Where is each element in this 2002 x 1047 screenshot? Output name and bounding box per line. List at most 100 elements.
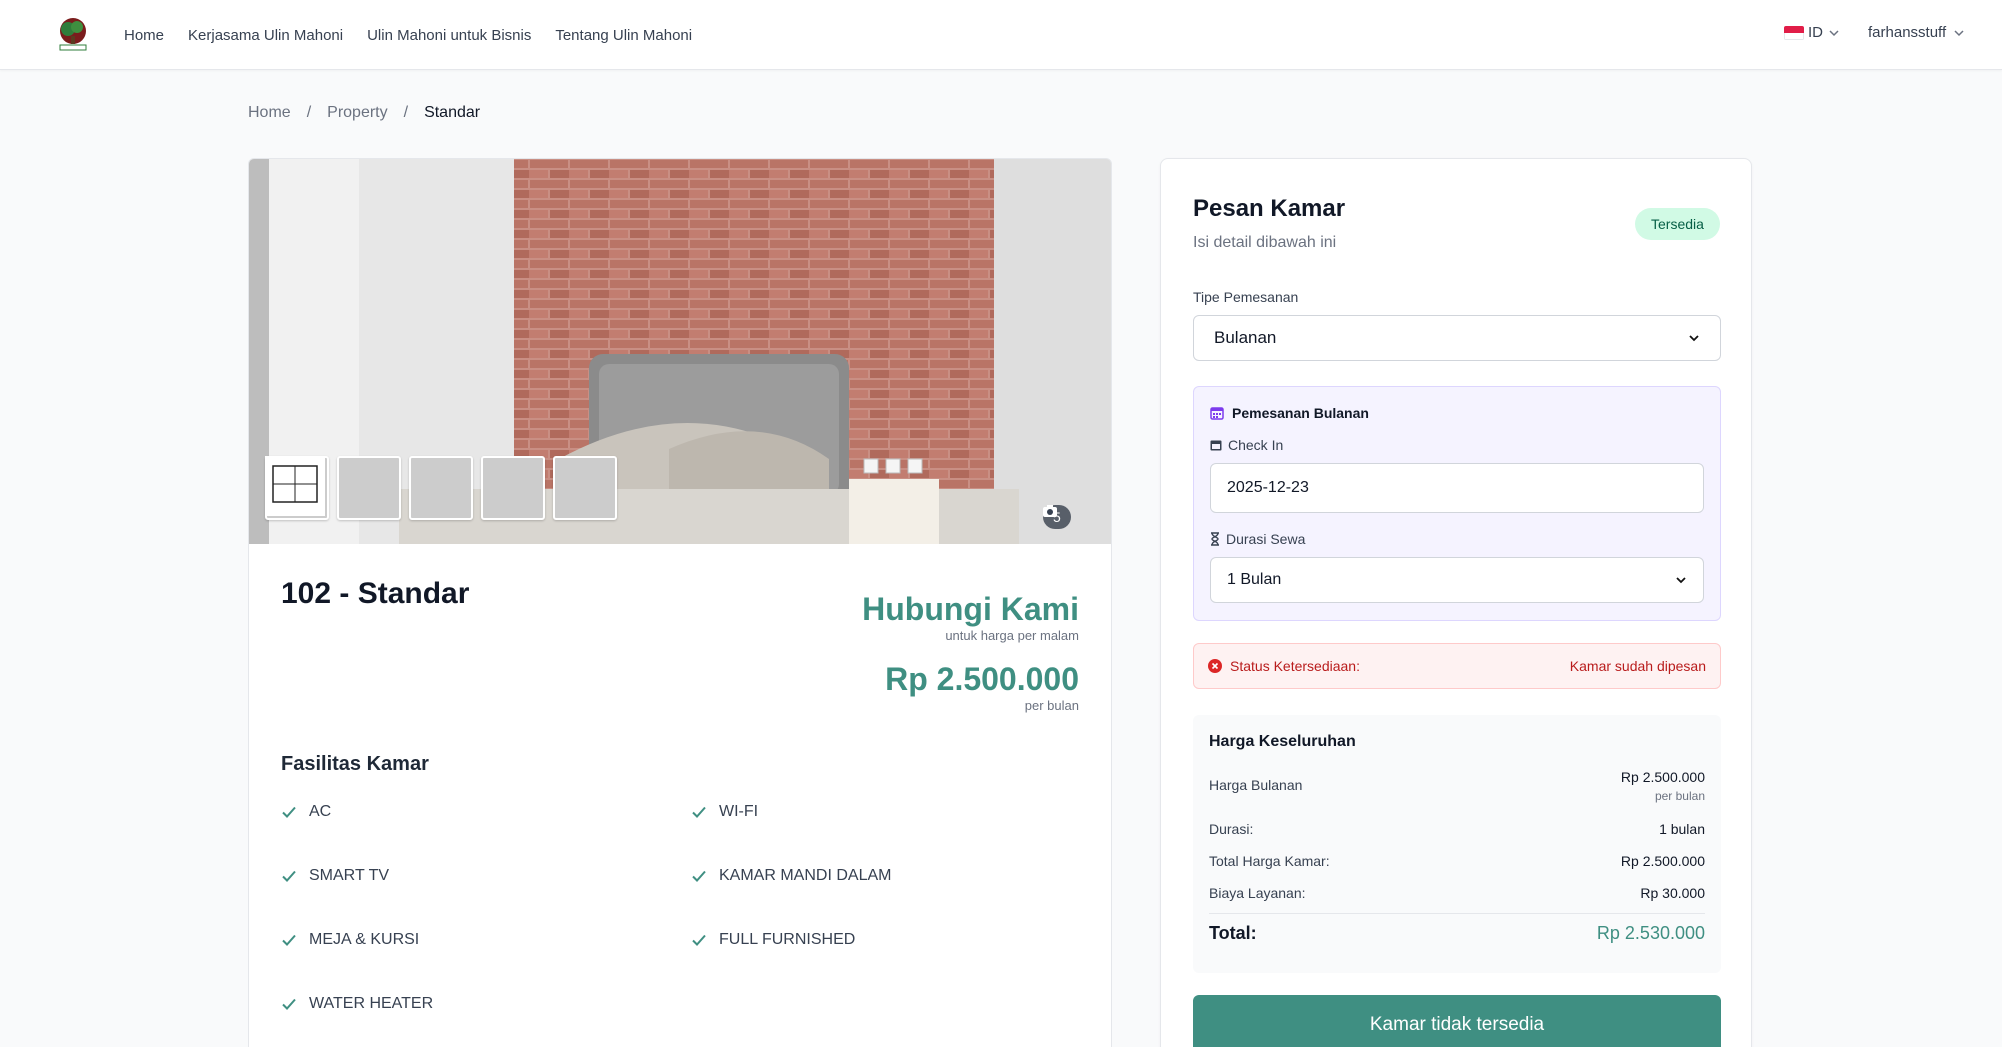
hourglass-icon	[1211, 532, 1219, 546]
nightly-price-note: untuk harga per malam	[945, 628, 1079, 643]
price-summary: Harga Keseluruhan Harga Bulanan Rp 2.500…	[1193, 715, 1721, 973]
summary-service-value: Rp 30.000	[1640, 885, 1705, 901]
facility-label: FULL FURNISHED	[719, 931, 856, 948]
facility-label: WI-FI	[719, 803, 759, 820]
booking-type-label: Tipe Pemesanan	[1193, 289, 1299, 305]
check-icon	[282, 998, 296, 1010]
checkin-label: Check In	[1210, 437, 1283, 453]
duration-select[interactable]: 1 Bulan	[1210, 557, 1704, 603]
check-icon	[282, 806, 296, 818]
thumbnail-3[interactable]	[265, 456, 473, 520]
status-label: Status Ketersediaan:	[1230, 658, 1360, 674]
breadcrumb-current: Standar	[424, 104, 481, 121]
ulin-mahoni-logo[interactable]	[56, 16, 90, 52]
summary-service-label: Biaya Layanan:	[1209, 885, 1306, 901]
booking-type-select[interactable]: Bulanan	[1193, 315, 1721, 361]
top-navbar: Home Kerjasama Ulin Mahoni Ulin Mahoni u…	[0, 0, 2002, 70]
summary-service-fee-row: Biaya Layanan: Rp 30.000	[1209, 885, 1705, 901]
language-switcher[interactable]: ID	[1784, 24, 1841, 41]
booking-subtitle: Isi detail dibawah ini	[1193, 234, 1337, 251]
room-detail-card: 5 102 - Standar Hubungi Kami untuk harga…	[248, 158, 1112, 1047]
facility-label: WATER HEATER	[309, 995, 434, 1012]
thumbnail-2[interactable]	[265, 456, 401, 520]
monthly-booking-panel: Pemesanan Bulanan Check In 2025-12-23 Du…	[1193, 386, 1721, 621]
breadcrumb-separator: /	[306, 104, 312, 121]
summary-room-total-label: Total Harga Kamar:	[1209, 853, 1330, 869]
status-value: Kamar sudah dipesan	[1569, 658, 1706, 674]
nav-kerjasama[interactable]: Kerjasama Ulin Mahoni	[188, 27, 343, 44]
summary-total-label: Total:	[1209, 923, 1257, 943]
thumbnail-5-floorplan[interactable]	[265, 456, 617, 520]
check-icon	[282, 870, 296, 882]
summary-duration-row: Durasi: 1 bulan	[1209, 821, 1705, 837]
facilities-list: AC WI-FI SMART TV KAMAR MANDI DALAM MEJA…	[281, 801, 1081, 1015]
summary-total-row: Total: Rp 2.530.000	[1209, 923, 1705, 944]
calendar-icon	[1210, 407, 1224, 420]
nav-tentang[interactable]: Tentang Ulin Mahoni	[555, 27, 692, 44]
breadcrumb-property[interactable]: Property	[327, 104, 387, 122]
indonesia-flag-icon	[1784, 25, 1804, 40]
chevron-down-icon	[1829, 29, 1839, 36]
facility-item: SMART TV	[281, 865, 691, 887]
summary-room-total-row: Total Harga Kamar: Rp 2.500.000	[1209, 853, 1705, 869]
checkin-label-text: Check In	[1228, 437, 1284, 453]
summary-room-total-value: Rp 2.500.000	[1620, 853, 1705, 869]
availability-status-alert: Status Ketersediaan: Kamar sudah dipesan	[1193, 643, 1721, 689]
photo-thumbnails	[265, 456, 617, 520]
thumbnail-4[interactable]	[265, 456, 545, 520]
monthly-header-text: Pemesanan Bulanan	[1232, 405, 1369, 421]
summary-title: Harga Keseluruhan	[1209, 733, 1356, 750]
error-circle-icon	[1208, 659, 1222, 673]
summary-duration-label: Durasi:	[1209, 821, 1254, 837]
booking-title: Pesan Kamar	[1193, 195, 1346, 222]
duration-label-text: Durasi Sewa	[1226, 531, 1306, 547]
check-icon	[692, 934, 706, 946]
summary-total-value: Rp 2.530.000	[1596, 923, 1705, 943]
availability-badge: Tersedia	[1635, 208, 1720, 240]
summary-duration-value: 1 bulan	[1659, 821, 1705, 837]
facility-label: KAMAR MANDI DALAM	[719, 867, 892, 884]
user-menu[interactable]: farhansstuff	[1868, 24, 1966, 41]
booking-type-value: Bulanan	[1214, 328, 1277, 347]
monthly-price-note: per bulan	[1024, 698, 1079, 713]
chevron-down-icon	[1954, 29, 1964, 36]
username: farhansstuff	[1868, 24, 1947, 41]
facilities-title: Fasilitas Kamar	[281, 753, 429, 775]
facility-label: MEJA & KURSI	[309, 931, 420, 948]
monthly-price: Rp 2.500.000	[885, 661, 1079, 697]
breadcrumb-separator: /	[403, 104, 409, 121]
summary-divider	[1209, 913, 1705, 914]
breadcrumb: Home / Property / Standar	[248, 104, 480, 122]
check-icon	[282, 934, 296, 946]
nav-home[interactable]: Home	[124, 27, 164, 44]
price-block: Hubungi Kami untuk harga per malam Rp 2.…	[862, 591, 1079, 713]
checkin-date-input[interactable]: 2025-12-23	[1210, 463, 1704, 513]
facility-item: WI-FI	[691, 801, 1081, 823]
facility-item: AC	[281, 801, 691, 823]
facility-label: SMART TV	[309, 867, 390, 884]
facility-item: KAMAR MANDI DALAM	[691, 865, 1081, 887]
chevron-down-icon	[1689, 335, 1699, 342]
photo-count-badge[interactable]: 5	[1043, 505, 1071, 529]
book-room-button[interactable]: Kamar tidak tersedia	[1193, 995, 1721, 1047]
contact-us-price[interactable]: Hubungi Kami	[862, 591, 1079, 628]
nav-bisnis[interactable]: Ulin Mahoni untuk Bisnis	[367, 27, 531, 44]
facility-item: FULL FURNISHED	[691, 929, 1081, 951]
language-code: ID	[1808, 24, 1823, 41]
facility-label: AC	[309, 803, 332, 820]
room-title: 102 - Standar	[281, 577, 470, 610]
room-main-photo[interactable]: 5	[249, 159, 1111, 544]
summary-monthly-values: Rp 2.500.000 per bulan	[1621, 769, 1705, 803]
check-icon	[692, 806, 706, 818]
summary-monthly-label: Harga Bulanan	[1209, 777, 1303, 793]
facility-item: MEJA & KURSI	[281, 929, 691, 951]
check-icon	[692, 870, 706, 882]
duration-value: 1 Bulan	[1227, 571, 1282, 588]
facility-item: WATER HEATER	[281, 993, 691, 1015]
summary-monthly-note: per bulan	[1654, 789, 1705, 803]
breadcrumb-home[interactable]: Home	[248, 104, 291, 122]
camera-icon	[1043, 505, 1057, 517]
chevron-down-icon	[1676, 577, 1686, 584]
main-nav: Home Kerjasama Ulin Mahoni Ulin Mahoni u…	[124, 0, 692, 70]
checkin-date-value: 2025-12-23	[1227, 479, 1309, 496]
